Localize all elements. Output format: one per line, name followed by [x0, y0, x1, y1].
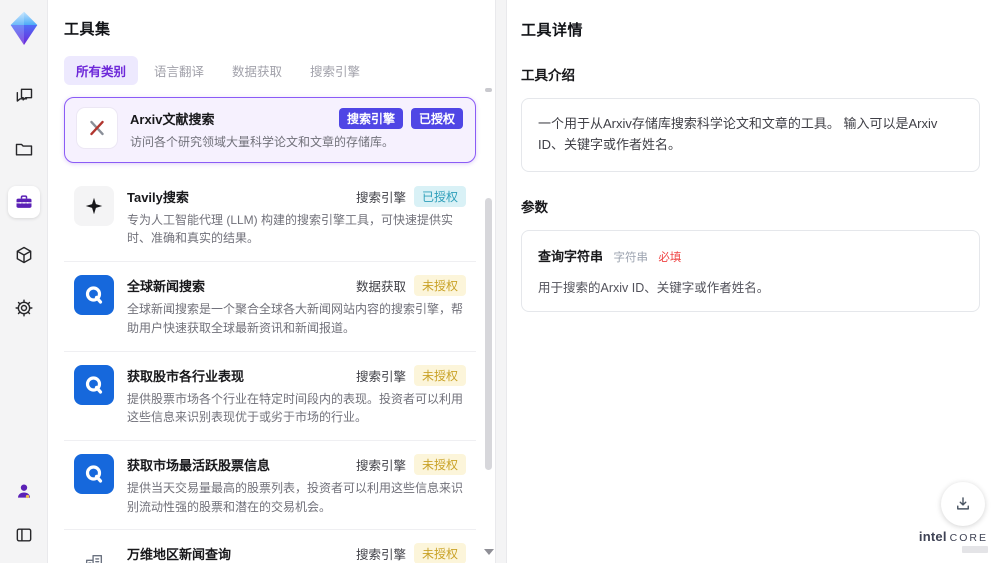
tool-category-badge: 数据获取	[355, 280, 406, 295]
category-tab[interactable]: 所有类别	[64, 56, 139, 85]
intel-wordmark: intel	[918, 529, 947, 544]
tool-list-item[interactable]: 万维地区新闻查询 搜索引擎 未授权 查询具体行政区划内的新闻，快速了解各地新闻动	[64, 530, 476, 563]
tool-auth-badge: 已授权	[413, 185, 466, 207]
tool-name: 获取市场最活跃股票信息	[127, 458, 271, 474]
parameter-header: 查询字符串 字符串 必填	[538, 246, 963, 266]
panel-divider	[495, 0, 507, 563]
detail-title: 工具详情	[521, 22, 584, 39]
parameter-description: 用于搜索的Arxiv ID、关键字或作者姓名。	[538, 280, 770, 295]
tool-category-badge: 搜索引擎	[355, 369, 406, 384]
tool-name: 全球新闻搜索	[127, 279, 206, 295]
tool-description: 全球新闻搜索是一个聚合全球各大新闻网站内容的搜索引擎，帮助用户快速获取全球最新资…	[127, 302, 464, 335]
parameter-required-badge: 必填	[658, 251, 682, 264]
folder-icon[interactable]	[8, 133, 40, 165]
tool-category-badge: 搜索引擎	[355, 548, 406, 563]
tavily-star-icon	[74, 185, 114, 226]
parameter-type: 字符串	[613, 251, 648, 264]
tool-list-item[interactable]: Arxiv文献搜索 搜索引擎 已授权 访问各个研究领域大量科学论文和文章的存储库…	[64, 97, 476, 163]
tool-description: 提供当天交易量最高的股票列表，投资者可以利用这些信息来识别流动性强的股票和潜在的…	[127, 481, 464, 514]
sidebar-bottom	[8, 475, 40, 551]
tool-name: 获取股市各行业表现	[127, 368, 245, 384]
app-window: 工具集 所有类别 语言翻译 数据获取 搜索引擎 Arxiv文献搜索 搜索引擎 已授权 …	[0, 0, 1000, 563]
tool-name: Tavily搜索	[127, 189, 189, 205]
chat-icon[interactable]	[8, 80, 40, 112]
tool-auth-badge: 未授权	[413, 275, 466, 297]
tool-list-panel: 工具集 所有类别 语言翻译 数据获取 搜索引擎 Arxiv文献搜索 搜索引擎 已授权 …	[48, 0, 495, 563]
tool-list: Arxiv文献搜索 搜索引擎 已授权 访问各个研究领域大量科学论文和文章的存储库…	[64, 97, 476, 563]
tool-name: Arxiv文献搜索	[130, 112, 215, 127]
tool-category-badge: 搜索引擎	[355, 459, 406, 474]
toolbox-icon[interactable]	[7, 186, 40, 218]
download-button[interactable]	[941, 482, 985, 526]
tool-list-item[interactable]: 全球新闻搜索 数据获取 未授权 全球新闻搜索是一个聚合全球各大新闻网站内容的搜索…	[64, 262, 476, 352]
category-tab[interactable]: 语言翻译	[142, 56, 216, 85]
intel-core-logo: intel core	[919, 529, 988, 553]
intro-heading: 工具介绍	[521, 68, 575, 83]
download-icon	[957, 497, 969, 510]
tool-category-badge: 搜索引擎	[338, 108, 403, 129]
tool-auth-badge: 未授权	[413, 543, 466, 563]
tool-description: 专为人工智能代理 (LLM) 构建的搜索引擎工具，可快速提供实时、准确和真实的结…	[127, 212, 454, 246]
params-heading: 参数	[521, 199, 548, 215]
tool-auth-badge: 已授权	[410, 108, 463, 129]
tool-auth-badge: 未授权	[413, 454, 466, 476]
page-title: 工具集	[64, 21, 111, 38]
tool-description: 访问各个研究领域大量科学论文和文章的存储库。	[130, 135, 395, 149]
quark-logo-icon	[74, 454, 114, 495]
category-tab[interactable]: 数据获取	[220, 56, 294, 85]
news-building-icon	[74, 543, 114, 563]
scrollbar-thumb[interactable]	[485, 198, 492, 470]
scrollbar-top-dash	[485, 88, 492, 92]
list-scrollbar	[483, 86, 494, 557]
app-logo-icon	[10, 11, 37, 45]
tool-category-badge: 搜索引擎	[355, 190, 406, 205]
tool-description: 提供股票市场各个行业在特定时间段内的表现。投资者可以利用这些信息来识别表现优于或…	[127, 391, 464, 425]
sidebar	[0, 0, 48, 563]
tool-list-item[interactable]: 获取市场最活跃股票信息 搜索引擎 未授权 提供当天交易量最高的股票列表，投资者可…	[64, 441, 476, 531]
tool-list-item[interactable]: Tavily搜索 搜索引擎 已授权 专为人工智能代理 (LLM) 构建的搜索引擎…	[64, 172, 476, 263]
parameter-card: 查询字符串 字符串 必填 用于搜索的Arxiv ID、关键字或作者姓名。	[521, 229, 980, 312]
quark-logo-icon	[74, 364, 114, 405]
parameter-name: 查询字符串	[538, 248, 604, 264]
arxiv-logo-icon	[77, 108, 117, 148]
tool-detail-panel: 工具详情 工具介绍 一个用于从Arxiv存储库搜索科学论文和文章的工具。 输入可…	[507, 0, 1000, 563]
core-wordmark: core	[949, 532, 988, 544]
quark-logo-icon	[74, 275, 114, 316]
tool-auth-badge: 未授权	[413, 364, 466, 386]
user-avatar-icon[interactable]	[8, 475, 40, 507]
tool-list-item[interactable]: 获取股市各行业表现 搜索引擎 未授权 提供股票市场各个行业在特定时间段内的表现。…	[64, 351, 476, 442]
core-sub-badge	[962, 546, 988, 553]
sidebar-nav	[7, 80, 40, 324]
panel-toggle-icon[interactable]	[8, 519, 40, 551]
category-tab[interactable]: 搜索引擎	[298, 56, 372, 85]
package-cube-icon[interactable]	[8, 239, 40, 271]
intro-box: 一个用于从Arxiv存储库搜索科学论文和文章的工具。 输入可以是Arxiv ID…	[521, 98, 980, 172]
scrollbar-down-arrow-icon[interactable]	[484, 549, 494, 555]
settings-gear-icon[interactable]	[8, 292, 40, 324]
category-tabs: 所有类别 语言翻译 数据获取 搜索引擎	[64, 56, 495, 85]
tool-name: 万维地区新闻查询	[127, 547, 232, 563]
